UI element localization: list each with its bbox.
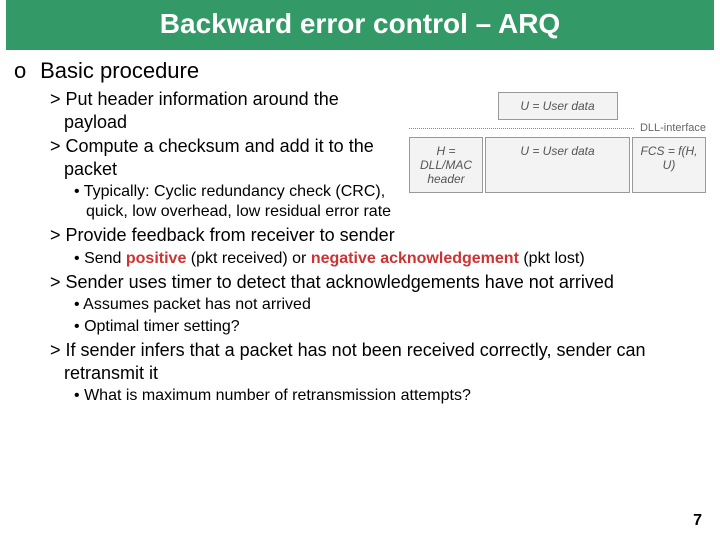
sub-bullet-text: What is maximum number of retransmission…	[84, 387, 471, 404]
diagram-top-row: U = User data	[409, 92, 706, 120]
dot-marker: •	[74, 318, 80, 335]
dot-marker: •	[74, 387, 80, 404]
bullet-checksum: > Compute a checksum and add it to the p…	[50, 135, 399, 180]
interface-label: DLL-interface	[634, 122, 706, 134]
bullet-text: Provide feedback from receiver to sender	[66, 225, 395, 245]
slide-content: o Basic procedure > Put header informati…	[0, 50, 720, 406]
sub-bullet-ack: • Send positive (pkt received) or negati…	[74, 249, 706, 269]
bullet-header-info: > Put header information around the payl…	[50, 88, 399, 133]
gt-marker: >	[50, 89, 61, 109]
gt-marker: >	[50, 272, 61, 292]
sub-bullet-text: Optimal timer setting?	[84, 318, 240, 335]
bullet-text: Sender uses timer to detect that acknowl…	[66, 272, 614, 292]
slide-title: Backward error control – ARQ	[6, 0, 714, 50]
bullet-text: Put header information around the payloa…	[64, 89, 339, 132]
sub-text-mid: (pkt received) or	[186, 250, 310, 267]
sub-text-prefix: Send	[84, 250, 126, 267]
user-data-box: U = User data	[498, 92, 618, 120]
gt-marker: >	[50, 340, 61, 360]
packet-diagram: U = User data DLL-interface H = DLL/MAC …	[399, 88, 706, 193]
bullet-retransmit: > If sender infers that a packet has not…	[50, 339, 706, 384]
dotted-line	[409, 128, 634, 129]
sub-text-end: (pkt lost)	[519, 250, 585, 267]
section-heading: o Basic procedure	[14, 58, 706, 84]
left-bullets: > Put header information around the payl…	[14, 88, 399, 224]
header-box: H = DLL/MAC header	[409, 137, 483, 193]
top-row: > Put header information around the payl…	[14, 88, 706, 224]
negative-ack-label: negative acknowledgement	[311, 250, 519, 267]
sub-bullet-optimal-timer: • Optimal timer setting?	[74, 317, 706, 337]
bullet-text: If sender infers that a packet has not b…	[64, 340, 646, 383]
positive-label: positive	[126, 250, 186, 267]
sub-bullet-text: Assumes packet has not arrived	[83, 296, 311, 313]
gt-marker: >	[50, 225, 61, 245]
section-text: Basic procedure	[40, 58, 199, 83]
diagram-bottom-row: H = DLL/MAC header U = User data FCS = f…	[409, 137, 706, 193]
bullet-text: Compute a checksum and add it to the pac…	[64, 136, 374, 179]
page-number: 7	[693, 512, 702, 530]
sub-bullet-max-retrans: • What is maximum number of retransmissi…	[74, 386, 706, 406]
sub-bullet-text: Typically: Cyclic redundancy check (CRC)…	[84, 183, 391, 220]
interface-row: DLL-interface	[409, 122, 706, 134]
user-data-box-2: U = User data	[485, 137, 630, 193]
sub-bullet-crc: • Typically: Cyclic redundancy check (CR…	[74, 182, 399, 222]
bullet-o: o	[14, 58, 34, 84]
sub-bullet-assumes: • Assumes packet has not arrived	[74, 295, 706, 315]
dot-marker: •	[74, 250, 80, 267]
dot-marker: •	[74, 183, 80, 200]
dot-marker: •	[74, 296, 80, 313]
bullet-timer: > Sender uses timer to detect that ackno…	[50, 271, 706, 294]
gt-marker: >	[50, 136, 61, 156]
bullet-feedback: > Provide feedback from receiver to send…	[50, 224, 706, 247]
fcs-box: FCS = f(H, U)	[632, 137, 706, 193]
